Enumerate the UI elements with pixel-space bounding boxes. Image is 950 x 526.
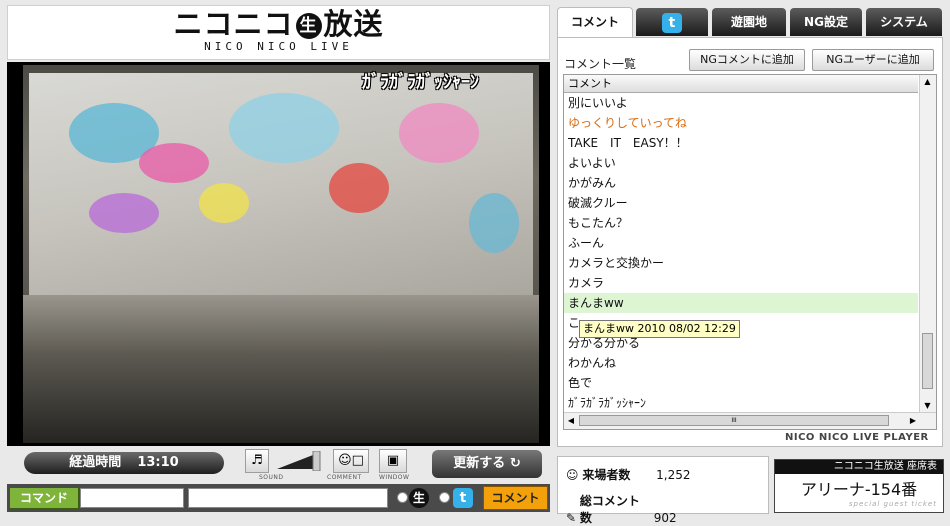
volume-ramp-icon: [277, 450, 321, 472]
comment-list[interactable]: コメント 別にいいよ ゆっくりしていってね TAKE IT EASY！！ よいよい かが…: [563, 74, 937, 430]
visitors-value: 1,252: [656, 468, 691, 482]
ticket-header: ニコニコ生放送 座席表: [775, 460, 943, 474]
nico-live-logo: ニコニコ生放送 NICO NICO LIVE: [7, 5, 550, 60]
comment-column-header[interactable]: コメント: [564, 75, 918, 93]
video-frame: [23, 65, 539, 443]
nama-icon: 生: [409, 488, 429, 508]
nama-logo-icon: 生: [295, 13, 322, 39]
scroll-right-icon[interactable]: ▶: [906, 413, 920, 428]
comment-row[interactable]: まんまww: [564, 293, 918, 313]
vertical-scroll-thumb[interactable]: [922, 333, 933, 389]
scroll-up-icon[interactable]: ▲: [920, 75, 935, 89]
painted-wall: [29, 73, 533, 299]
comment-row[interactable]: 別にいいよ: [564, 93, 918, 113]
twitter-icon: t: [453, 488, 473, 508]
comment-rows: 別にいいよ ゆっくりしていってね TAKE IT EASY！！ よいよい かがみん 破滅ク…: [564, 93, 936, 413]
comment-list-title: コメント一覧: [564, 57, 637, 71]
tab-amusement-park[interactable]: 遊園地: [712, 8, 786, 36]
comment-row[interactable]: カメラと交換かー: [564, 253, 918, 273]
visitors-label: 来場者数: [582, 468, 631, 482]
comment-row[interactable]: ゆっくりしていってね: [564, 113, 918, 133]
horizontal-scroll-thumb[interactable]: III: [579, 415, 889, 426]
refresh-icon: ↻: [509, 456, 521, 471]
comment-toggle-button[interactable]: ☺□: [333, 449, 369, 473]
comment-input[interactable]: [188, 488, 388, 508]
window-caption: WINDOW: [379, 474, 410, 481]
elapsed-time: 経過時間 13:10: [24, 452, 224, 474]
seat-ticket: ニコニコ生放送 座席表 アリーナ-154番 special guest tick…: [774, 459, 944, 513]
comment-tooltip: まんまww 2010 08/02 12:29: [579, 320, 740, 338]
speaker-icon: ♬: [251, 453, 263, 468]
comment-row[interactable]: もこたん？: [564, 213, 918, 233]
refresh-button[interactable]: 更新する ↻: [432, 450, 542, 478]
comment-row[interactable]: TAKE IT EASY！！: [564, 133, 918, 153]
vertical-scrollbar[interactable]: ▲ ▼: [919, 75, 936, 413]
ticket-footer: special guest ticket: [848, 500, 937, 508]
window-icon: ▣: [386, 453, 400, 468]
comment-icon: ☺□: [338, 453, 364, 468]
window-button[interactable]: ▣: [379, 449, 407, 473]
twitter-icon: t: [662, 12, 682, 33]
person-icon: ☺: [566, 468, 579, 482]
comments-value: 902: [653, 511, 677, 525]
comment-row[interactable]: 破滅クルー: [564, 193, 918, 213]
comment-row[interactable]: カメラ: [564, 273, 918, 293]
comment-input-bar: コマンド 生 t コメント: [7, 484, 550, 512]
sound-caption: SOUND: [259, 474, 284, 481]
visitors-stat: ☺ 来場者数 1,252: [566, 466, 691, 483]
nama-radio[interactable]: [397, 492, 408, 503]
player-control-bar: 経過時間 13:10 ♬ SOUND ☺□ COMMENT ▣ WINDOW 更新…: [7, 448, 550, 482]
studio-floor: [23, 295, 539, 443]
video-player[interactable]: ｶﾞﾗｶﾞﾗｶﾞｯｼｬｰﾝ: [7, 62, 550, 446]
comments-stat: ✎ 総コメント数 902: [566, 492, 677, 526]
logo-subtitle: NICO NICO LIVE: [204, 40, 353, 53]
comment-row[interactable]: わかんね: [564, 353, 918, 373]
scroll-left-icon[interactable]: ◀: [564, 413, 578, 428]
comments-label: 総コメント数: [579, 494, 640, 525]
logo-text-right: 放送: [323, 7, 384, 41]
scroll-down-icon[interactable]: ▼: [920, 399, 935, 413]
send-comment-button[interactable]: コメント: [483, 486, 548, 510]
logo-text-left: ニコニコ: [173, 7, 294, 41]
stats-panel: ☺ 来場者数 1,252 ✎ 総コメント数 902: [557, 456, 769, 525]
horizontal-scrollbar[interactable]: ◀ III ▶: [564, 412, 936, 429]
volume-slider[interactable]: [277, 450, 321, 472]
add-ng-comment-button[interactable]: NGコメントに追加: [689, 49, 805, 71]
comment-row[interactable]: ふーん: [564, 233, 918, 253]
comment-row[interactable]: よいよい: [564, 153, 918, 173]
comment-caption: COMMENT: [327, 474, 362, 481]
comment-panel: コメント一覧 NGコメントに追加 NGユーザーに追加 コメント 別にいいよ ゆっく…: [557, 37, 943, 447]
comment-row[interactable]: かがみん: [564, 173, 918, 193]
tab-twitter[interactable]: t: [636, 8, 708, 36]
video-overlay-title: ｶﾞﾗｶﾞﾗｶﾞｯｼｬｰﾝ: [362, 72, 479, 93]
add-ng-user-button[interactable]: NGユーザーに追加: [812, 49, 934, 71]
comment-bubble-icon: ✎: [566, 511, 577, 525]
comment-row[interactable]: 色で: [564, 373, 918, 393]
player-label: NICO NICO LIVE PLAYER: [785, 432, 929, 443]
seat-number: アリーナ-154番: [800, 480, 918, 499]
sound-button[interactable]: ♬: [245, 449, 269, 473]
twitter-radio[interactable]: [439, 492, 450, 503]
command-input[interactable]: [80, 488, 184, 508]
tab-comment[interactable]: コメント: [557, 7, 633, 39]
tab-system[interactable]: システム: [866, 8, 942, 36]
comment-row[interactable]: ｶﾞﾗｶﾞﾗｶﾞｯｼｬｰﾝ: [564, 393, 918, 413]
command-button[interactable]: コマンド: [9, 487, 79, 509]
elapsed-value: 13:10: [137, 455, 179, 470]
elapsed-label: 経過時間: [69, 455, 122, 470]
tab-ng-settings[interactable]: NG設定: [790, 8, 862, 36]
refresh-label: 更新する: [453, 456, 506, 471]
